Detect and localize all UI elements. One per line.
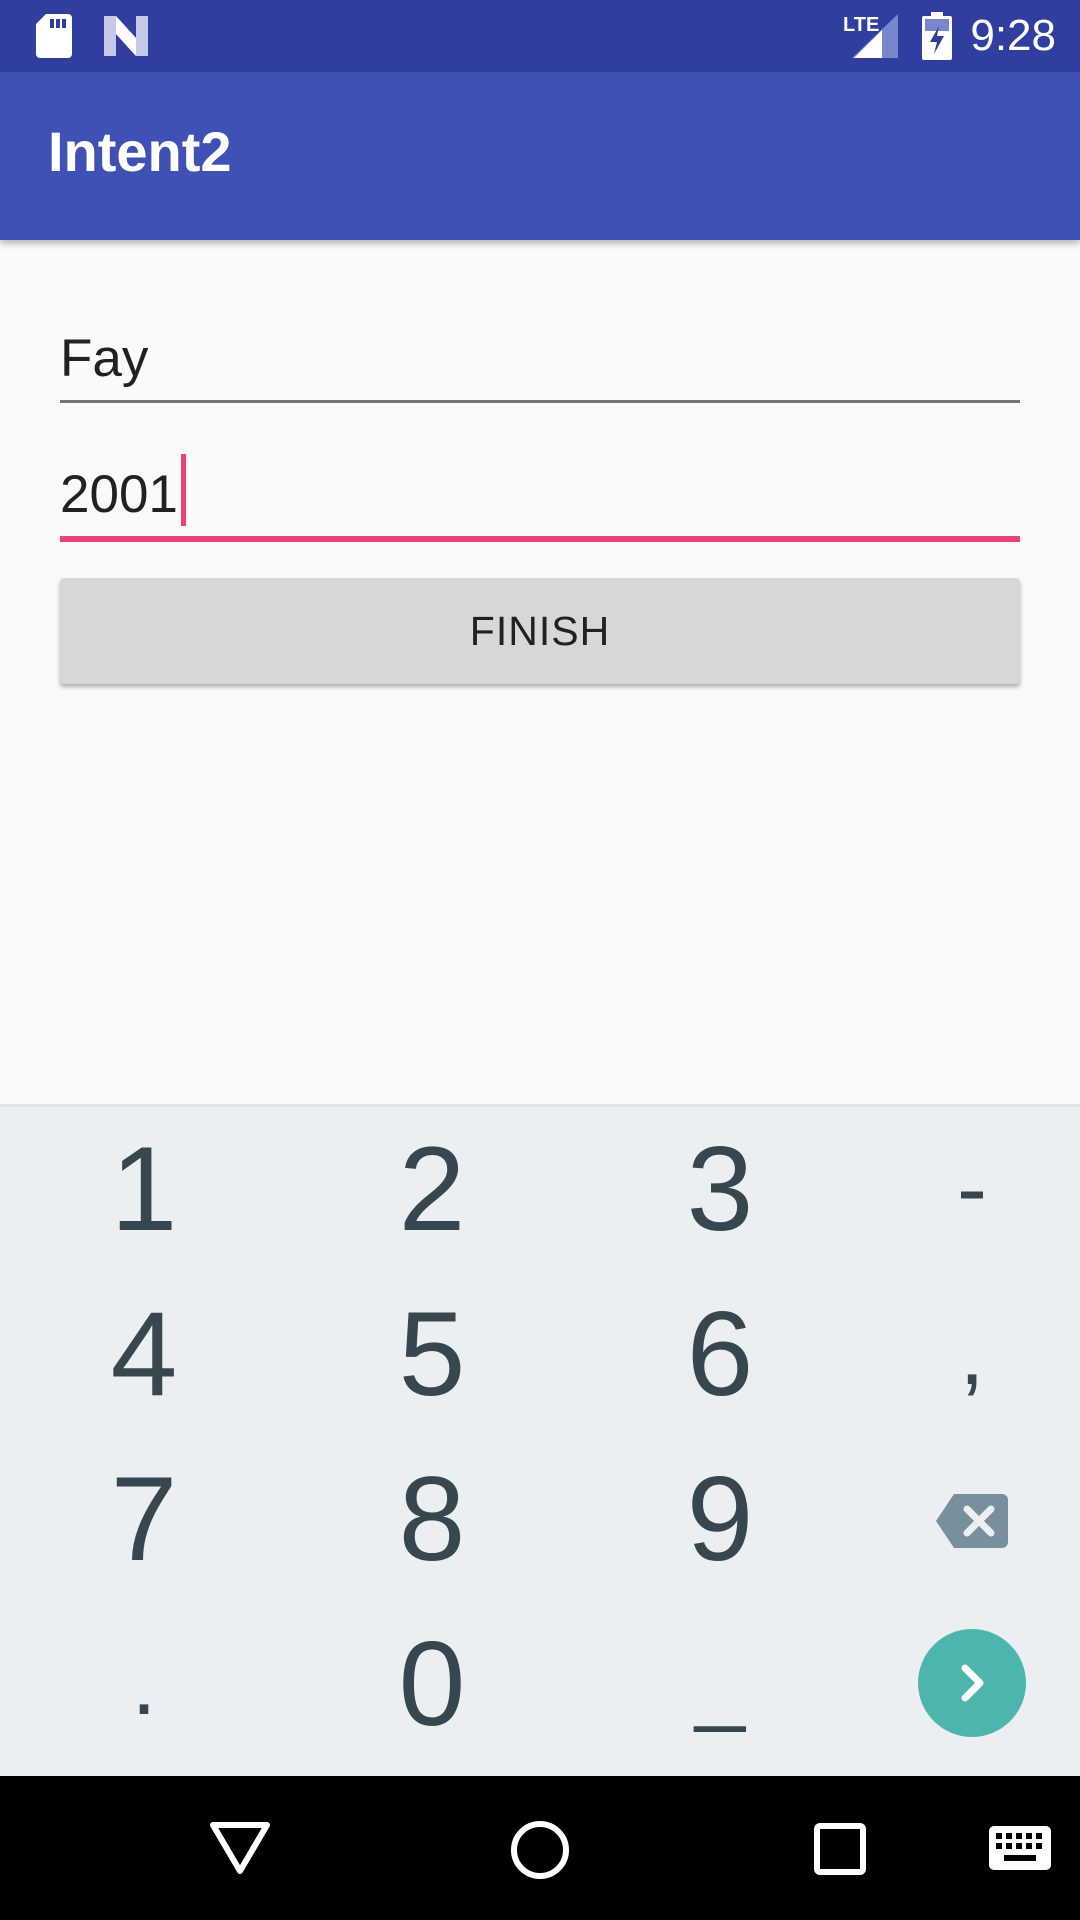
key-7-label: 7 xyxy=(110,1452,178,1586)
key-2-label: 2 xyxy=(398,1122,466,1256)
navigation-bar xyxy=(0,1776,1080,1920)
key-0-label: 0 xyxy=(398,1617,466,1751)
numeric-keyboard: 1 2 3 - 4 5 6 , 7 8 9 . 0 _ xyxy=(0,1104,1080,1779)
key-minus-label: - xyxy=(957,1139,987,1239)
app-title: Intent2 xyxy=(48,120,232,183)
key-5-label: 5 xyxy=(398,1287,466,1421)
year-field-value: 2001 xyxy=(60,465,178,524)
key-1-label: 1 xyxy=(110,1122,178,1256)
key-4[interactable]: 4 xyxy=(9,1272,279,1437)
key-comma-label: , xyxy=(959,1304,985,1404)
recents-icon[interactable] xyxy=(813,1822,867,1876)
key-underscore[interactable]: _ xyxy=(585,1602,855,1767)
key-period[interactable]: . xyxy=(9,1602,279,1767)
key-4-label: 4 xyxy=(110,1287,178,1421)
year-field-content: 2001 xyxy=(60,454,186,526)
finish-button[interactable]: FINISH xyxy=(60,578,1020,684)
sd-card-icon xyxy=(36,14,72,58)
backspace-icon xyxy=(936,1494,1008,1548)
n-logo-icon xyxy=(104,16,148,56)
key-underscore-label: _ xyxy=(694,1634,746,1734)
text-cursor xyxy=(180,454,186,526)
key-9[interactable]: 9 xyxy=(585,1437,855,1602)
key-1[interactable]: 1 xyxy=(9,1107,279,1272)
key-5[interactable]: 5 xyxy=(297,1272,567,1437)
key-6[interactable]: 6 xyxy=(585,1272,855,1437)
home-icon[interactable] xyxy=(509,1819,571,1881)
battery-charging-icon xyxy=(922,12,952,60)
name-field-value: Fay xyxy=(60,329,149,388)
key-0[interactable]: 0 xyxy=(297,1602,567,1767)
status-bar: LTE 9:28 xyxy=(0,0,1080,72)
key-7[interactable]: 7 xyxy=(9,1437,279,1602)
app-bar: Intent2 xyxy=(0,72,1080,240)
status-clock: 9:28 xyxy=(970,11,1056,60)
key-period-label: . xyxy=(131,1634,157,1734)
name-field[interactable]: Fay xyxy=(60,318,1020,403)
key-go[interactable] xyxy=(837,1602,1080,1767)
key-minus[interactable]: - xyxy=(837,1107,1080,1272)
keyboard-switch-icon[interactable] xyxy=(989,1826,1051,1870)
key-9-label: 9 xyxy=(686,1452,754,1586)
go-arrow-icon xyxy=(918,1629,1026,1737)
year-field[interactable]: 2001 xyxy=(60,452,1020,542)
key-comma[interactable]: , xyxy=(837,1272,1080,1437)
key-2[interactable]: 2 xyxy=(297,1107,567,1272)
back-icon[interactable] xyxy=(208,1820,272,1876)
lte-signal-icon xyxy=(852,14,898,58)
key-6-label: 6 xyxy=(686,1287,754,1421)
key-8-label: 8 xyxy=(398,1452,466,1586)
key-3[interactable]: 3 xyxy=(585,1107,855,1272)
key-8[interactable]: 8 xyxy=(297,1437,567,1602)
key-3-label: 3 xyxy=(686,1122,754,1256)
key-backspace[interactable] xyxy=(837,1437,1080,1602)
